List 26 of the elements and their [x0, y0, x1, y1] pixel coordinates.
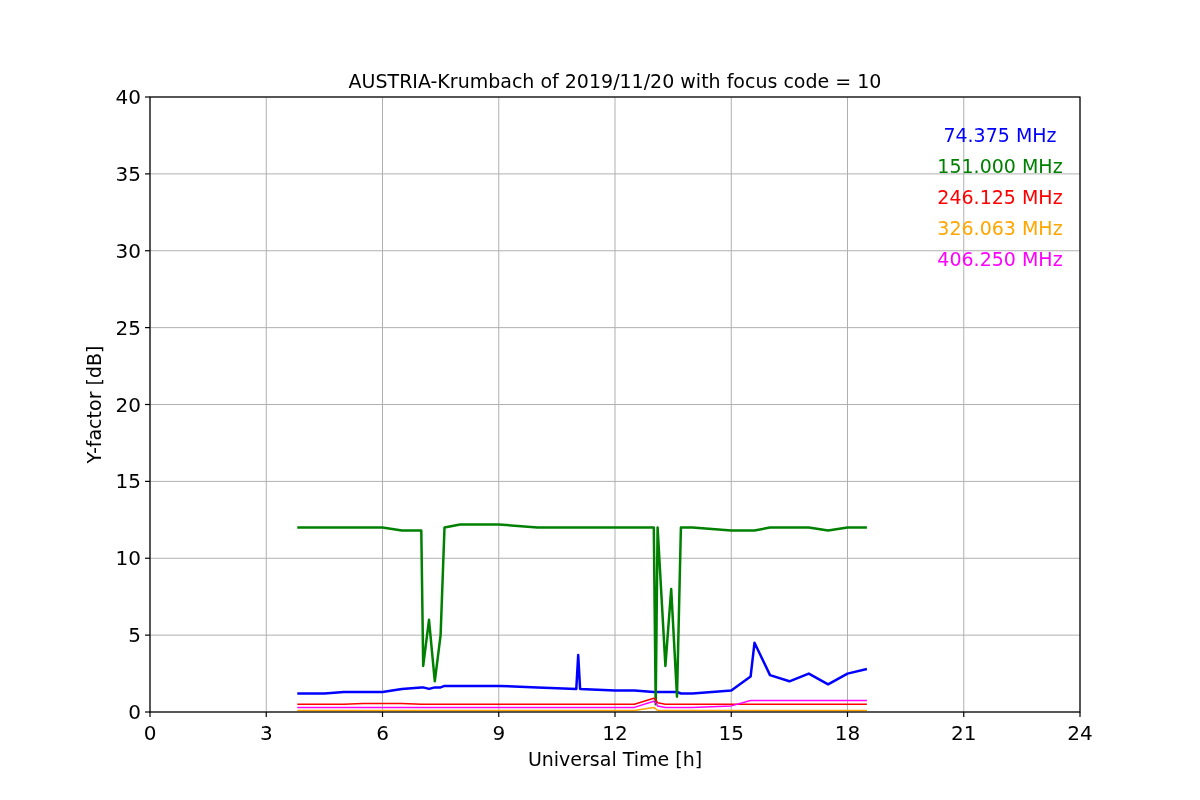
tick-label: 0	[143, 721, 157, 745]
tick-label: 40	[115, 85, 141, 109]
legend-label: 246.125 MHz	[937, 186, 1063, 208]
tick-label: 15	[718, 721, 744, 745]
tick-label: 18	[834, 721, 861, 745]
tick-label: 21	[951, 721, 977, 745]
legend-label: 406.250 MHz	[937, 248, 1063, 270]
tick-label: 10	[115, 546, 141, 571]
legend-label: 326.063 MHz	[937, 217, 1063, 239]
tick-label: 30	[115, 238, 141, 263]
x-axis-label: Universal Time [h]	[527, 748, 703, 770]
y-axis-label: Y-factor [dB]	[83, 345, 105, 464]
tick-label: 20	[115, 392, 141, 417]
tick-label: 9	[492, 721, 506, 745]
tick-label: 12	[602, 721, 628, 745]
tick-label: 3	[259, 721, 273, 745]
tick-label: 6	[376, 721, 389, 745]
tick-label: 25	[115, 315, 141, 340]
chart-title: AUSTRIA-Krumbach of 2019/11/20 with focus code = 10	[348, 70, 882, 92]
legend-label: 151.000 MHz	[937, 155, 1063, 177]
tick-label: 24	[1067, 721, 1093, 745]
tick-label: 0	[128, 700, 141, 724]
tick-label: 5	[128, 623, 141, 648]
tick-label: 35	[115, 161, 141, 186]
tick-label: 15	[115, 469, 141, 494]
legend-label: 74.375 MHz	[943, 124, 1057, 146]
